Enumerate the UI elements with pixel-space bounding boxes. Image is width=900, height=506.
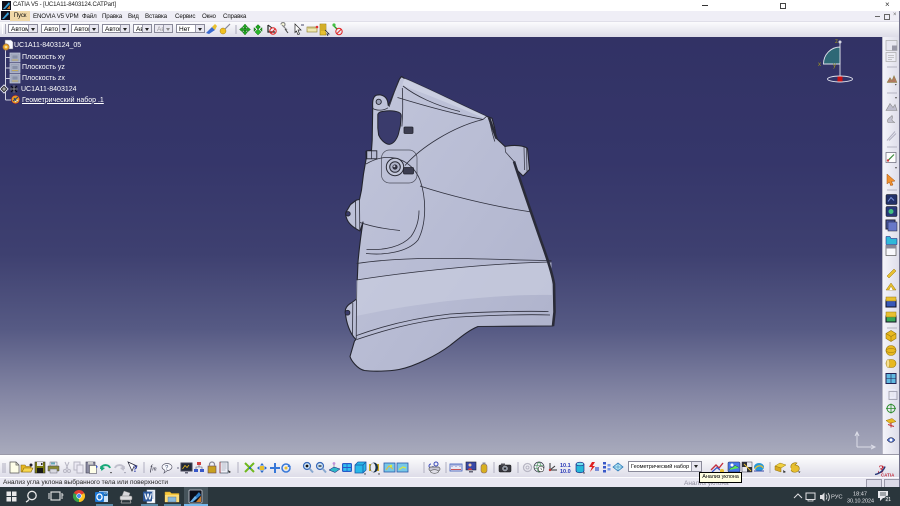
svg-text:30.10.2024: 30.10.2024 (847, 499, 874, 505)
svg-text:x: x (818, 62, 821, 68)
svg-text:РУС: РУС (831, 495, 843, 501)
svg-text:21: 21 (886, 497, 892, 503)
svg-text:18:47: 18:47 (853, 492, 867, 498)
svg-text:y: y (833, 63, 836, 69)
svg-text:z: z (835, 39, 838, 45)
svg-text:fm: fm (150, 464, 157, 473)
svg-text:?: ? (133, 464, 138, 474)
svg-text:10.0: 10.0 (560, 469, 571, 475)
svg-text:W: W (144, 493, 152, 502)
